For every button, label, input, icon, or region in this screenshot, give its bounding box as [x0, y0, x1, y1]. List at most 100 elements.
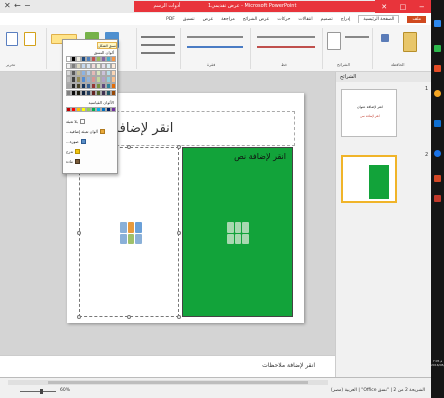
theme-color-swatch[interactable] — [71, 69, 76, 76]
theme-color-swatch[interactable] — [76, 56, 81, 63]
theme-color-swatch[interactable] — [81, 83, 86, 90]
theme-color-swatch[interactable] — [111, 89, 116, 96]
theme-color-swatch[interactable] — [91, 83, 96, 90]
theme-color-swatch[interactable] — [96, 76, 101, 83]
paste-icon[interactable] — [403, 32, 417, 52]
theme-color-swatch[interactable] — [66, 89, 71, 96]
menu-item-gradient[interactable]: تدرج — [66, 147, 116, 156]
menu-item-more-colors[interactable]: ألوان تعبئة إضافية... — [66, 127, 116, 136]
theme-color-swatch[interactable] — [66, 69, 71, 76]
font-name-box[interactable] — [257, 36, 315, 38]
slide-thumbnail-1[interactable]: انقر لإضافة عنوان انقر لإضافة نص — [341, 89, 397, 137]
tab-transitions[interactable]: انتقالات — [298, 17, 312, 22]
app-icon-powerpoint[interactable] — [434, 175, 441, 182]
theme-color-swatch[interactable] — [71, 56, 76, 63]
theme-color-swatch[interactable] — [106, 56, 111, 63]
zoom-level[interactable]: 60% — [60, 388, 70, 393]
theme-color-swatch[interactable] — [86, 83, 91, 90]
standard-color-swatch[interactable] — [96, 107, 101, 112]
replace-icon[interactable] — [24, 32, 36, 46]
theme-color-swatch[interactable] — [91, 89, 96, 96]
scrollbar-thumb[interactable] — [48, 381, 308, 384]
tab-animations[interactable]: حركات — [277, 17, 290, 22]
app-icon-word[interactable] — [434, 120, 441, 127]
theme-color-swatch[interactable] — [86, 62, 91, 69]
theme-color-swatch[interactable] — [96, 89, 101, 96]
theme-color-swatch[interactable] — [86, 69, 91, 76]
standard-color-swatch[interactable] — [71, 107, 76, 112]
tab-file[interactable]: ملف — [407, 15, 426, 23]
new-slide-icon[interactable] — [327, 32, 341, 50]
tab-format[interactable]: تنسيق — [183, 17, 195, 22]
standard-color-swatch[interactable] — [86, 107, 91, 112]
zoom-slider-knob[interactable] — [39, 389, 43, 394]
standard-color-swatch[interactable] — [111, 107, 116, 112]
theme-color-swatch[interactable] — [96, 69, 101, 76]
theme-color-swatch[interactable] — [101, 83, 106, 90]
maximize-button[interactable]: □ — [400, 3, 407, 11]
resize-handle[interactable] — [77, 315, 81, 319]
theme-color-swatch[interactable] — [111, 62, 116, 69]
theme-color-swatch[interactable] — [66, 56, 71, 63]
theme-color-swatch[interactable] — [91, 69, 96, 76]
minimize-icon[interactable]: − — [24, 1, 31, 10]
theme-color-swatch[interactable] — [101, 76, 106, 83]
shapes-gallery-row3[interactable] — [141, 52, 175, 54]
insert-content-icons[interactable] — [120, 222, 142, 244]
find-icon[interactable] — [6, 32, 18, 46]
layout-button[interactable] — [345, 36, 369, 38]
tab-review[interactable]: مراجعة — [221, 17, 235, 22]
resize-handle[interactable] — [127, 315, 131, 319]
theme-color-swatch[interactable] — [71, 89, 76, 96]
slide-thumbnail-2[interactable] — [341, 155, 397, 203]
theme-color-swatch[interactable] — [81, 76, 86, 83]
theme-color-swatch[interactable] — [66, 76, 71, 83]
theme-color-swatch[interactable] — [86, 76, 91, 83]
tab-pdf[interactable]: PDF — [166, 17, 175, 22]
standard-color-swatch[interactable] — [91, 107, 96, 112]
standard-color-swatch[interactable] — [76, 107, 81, 112]
language[interactable]: العربية (مصر) — [331, 388, 357, 393]
theme-color-swatch[interactable] — [101, 56, 106, 63]
content-placeholder-green[interactable]: انقر لإضافة نص — [182, 147, 293, 317]
theme-color-swatch[interactable] — [106, 62, 111, 69]
theme-color-swatch[interactable] — [91, 56, 96, 63]
app-icon-2[interactable] — [434, 45, 441, 52]
app-icon-chrome[interactable] — [434, 90, 441, 97]
app-icon-pdf[interactable] — [434, 195, 441, 202]
shapes-gallery-row1[interactable] — [141, 36, 175, 38]
slides-pane-tabs[interactable]: الشرائح — [336, 72, 432, 82]
theme-color-swatch[interactable] — [111, 83, 116, 90]
resize-handle[interactable] — [177, 315, 181, 319]
standard-color-swatch[interactable] — [101, 107, 106, 112]
minimize-button[interactable]: − — [419, 3, 425, 11]
app-icon-edge[interactable] — [434, 150, 441, 157]
theme-color-swatch[interactable] — [71, 83, 76, 90]
theme-color-swatch[interactable] — [111, 76, 116, 83]
theme-color-swatch[interactable] — [76, 76, 81, 83]
tab-home[interactable]: الصفحة الرئيسية — [358, 15, 400, 23]
theme-color-swatch[interactable] — [86, 56, 91, 63]
theme-color-swatch[interactable] — [91, 62, 96, 69]
menu-item-texture[interactable]: مادة — [66, 157, 116, 166]
resize-handle[interactable] — [77, 231, 81, 235]
theme-color-swatch[interactable] — [81, 89, 86, 96]
menu-item-no-fill[interactable]: بلا تعبئة — [66, 117, 116, 126]
theme-color-swatch[interactable] — [66, 83, 71, 90]
copy-icon[interactable] — [381, 34, 389, 42]
theme-color-swatch[interactable] — [71, 76, 76, 83]
app-icon-3[interactable] — [434, 65, 441, 72]
close-window-button[interactable]: ✕ — [381, 3, 387, 11]
tab-view[interactable]: عرض — [203, 17, 214, 22]
tab-design[interactable]: تصميم — [321, 17, 333, 22]
menu-item-picture[interactable]: صورة... — [66, 137, 116, 146]
theme-color-swatch[interactable] — [86, 89, 91, 96]
theme-color-swatch[interactable] — [76, 62, 81, 69]
resize-handle[interactable] — [127, 145, 131, 149]
font-format-row[interactable] — [257, 46, 315, 48]
notes-pane[interactable]: انقر لإضافة ملاحظات — [0, 355, 335, 377]
paragraph-tools-row1[interactable] — [187, 36, 243, 38]
theme-color-swatch[interactable] — [81, 69, 86, 76]
standard-color-swatch[interactable] — [106, 107, 111, 112]
insert-content-icons[interactable] — [227, 222, 249, 244]
